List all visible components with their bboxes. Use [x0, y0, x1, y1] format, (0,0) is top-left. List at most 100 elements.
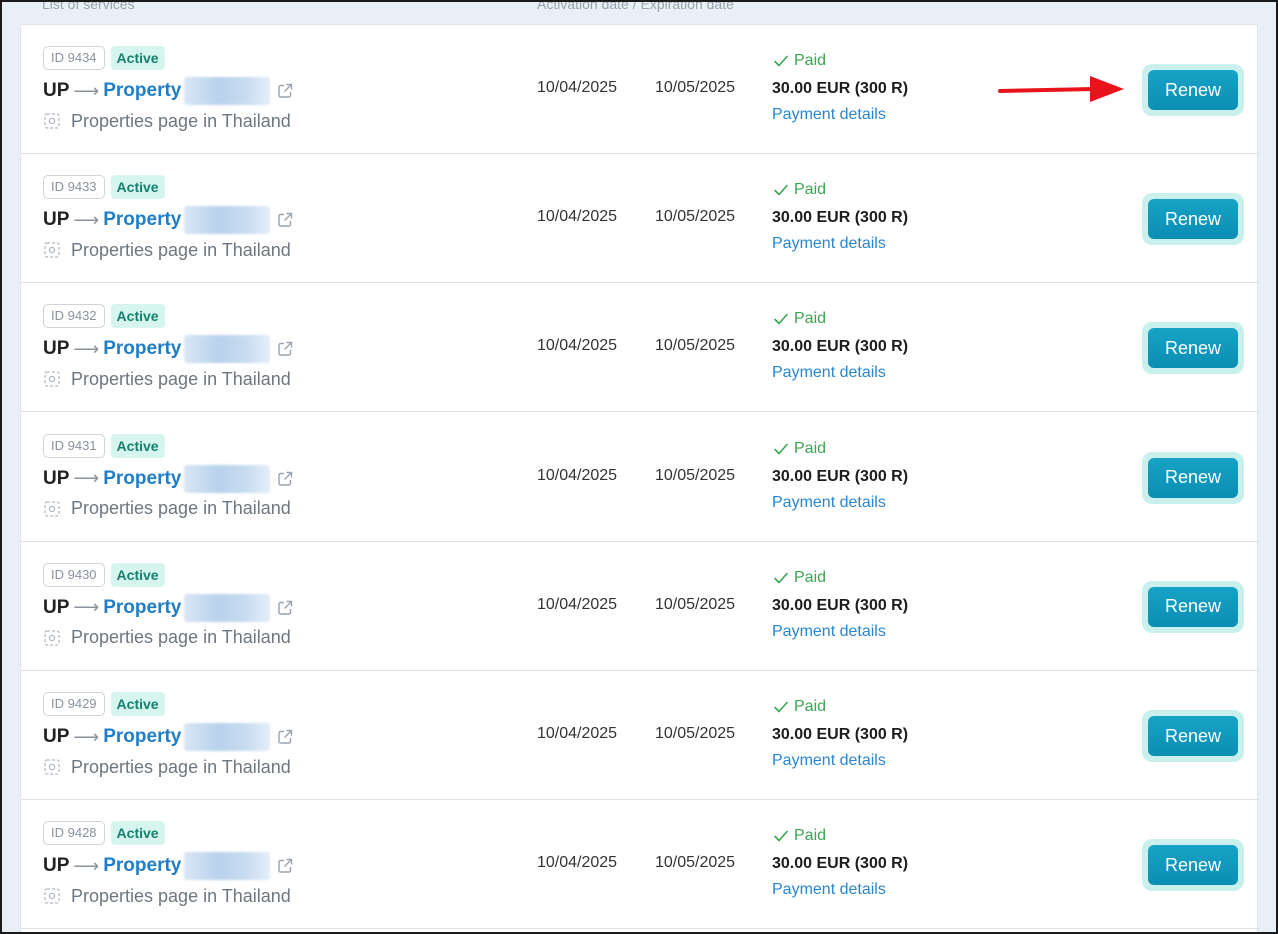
row-tags: ID 9430 Active — [43, 562, 165, 587]
property-link[interactable]: Property — [103, 338, 181, 360]
check-icon — [774, 443, 788, 454]
activation-date: 10/04/2025 — [537, 854, 618, 872]
row-tags: ID 9433 Active — [43, 175, 165, 200]
external-link-icon[interactable] — [276, 82, 294, 100]
redacted-property-name — [184, 335, 271, 364]
expiration-date: 10/05/2025 — [655, 79, 736, 96]
property-link[interactable]: Property — [103, 726, 181, 748]
expiration-date: 10/05/2025 — [655, 725, 736, 742]
expiration-date: 10/05/2025 — [655, 337, 736, 355]
renew-button[interactable]: Renew — [1148, 845, 1238, 886]
property-link[interactable]: Property — [103, 209, 181, 231]
service-subtitle: Properties page in Thailand — [43, 626, 291, 650]
activation-date: 10/04/2025 — [537, 595, 618, 613]
activation-date: 10/04/2025 — [537, 337, 618, 355]
status-badge: Active — [110, 304, 165, 329]
renew-button-focus-ring: Renew — [1142, 451, 1244, 504]
expiration-date: 10/05/2025 — [655, 466, 736, 484]
external-link-icon[interactable] — [276, 340, 294, 358]
service-title: UP ⟶ Property — [43, 206, 294, 235]
row-tags: ID 9431 Active — [43, 433, 165, 458]
payment-details-link[interactable]: Payment details — [772, 881, 886, 899]
expiration-date: 10/05/2025 — [655, 854, 736, 872]
payment-status: Paid — [773, 310, 826, 328]
payment-status-text: Paid — [794, 827, 827, 845]
service-title: UP ⟶ Property — [43, 593, 294, 622]
payment-status-text: Paid — [794, 52, 827, 69]
service-price: 30.00 EUR (300 R) — [772, 855, 909, 873]
check-icon — [774, 830, 788, 842]
redacted-property-name — [184, 852, 271, 881]
status-badge: Active — [110, 821, 165, 846]
external-link-icon[interactable] — [276, 857, 294, 875]
property-link[interactable]: Property — [103, 855, 181, 877]
page-location-icon — [44, 113, 60, 129]
renew-button[interactable]: Renew — [1148, 328, 1238, 369]
service-row: ID 9432 Active UP ⟶ Property Properties … — [21, 283, 1259, 413]
redacted-property-name — [184, 593, 271, 622]
service-subtitle-text: Properties page in Thailand — [71, 756, 291, 777]
renew-button-focus-ring: Renew — [1142, 193, 1244, 246]
activation-date: 10/04/2025 — [537, 725, 618, 742]
redacted-property-name — [184, 464, 271, 493]
service-subtitle: Properties page in Thailand — [43, 238, 291, 262]
row-tags: ID 9432 Active — [43, 304, 165, 329]
page-location-icon — [44, 371, 60, 388]
arrow-right-icon: ⟶ — [73, 209, 100, 230]
renew-button[interactable]: Renew — [1148, 716, 1238, 756]
renew-button[interactable]: Renew — [1148, 70, 1238, 110]
renew-button[interactable]: Renew — [1148, 457, 1238, 498]
service-row: ID 9433 Active UP ⟶ Property Properties … — [21, 154, 1259, 284]
property-link[interactable]: Property — [103, 597, 181, 619]
check-icon — [774, 55, 788, 67]
external-link-icon[interactable] — [276, 211, 294, 229]
redacted-property-name — [184, 77, 271, 105]
external-link-icon[interactable] — [276, 599, 294, 617]
payment-details-link[interactable]: Payment details — [772, 623, 886, 641]
service-id-badge: ID 9428 — [43, 821, 105, 846]
arrow-right-icon: ⟶ — [73, 855, 100, 876]
external-link-icon[interactable] — [276, 728, 294, 746]
payment-status: Paid — [773, 827, 826, 845]
check-icon — [774, 572, 788, 584]
external-link-icon[interactable] — [276, 470, 294, 488]
column-header-dates: Activation date / Expiration date — [537, 0, 734, 12]
service-subtitle: Properties page in Thailand — [43, 367, 291, 391]
service-subtitle-text: Properties page in Thailand — [71, 627, 291, 648]
payment-status: Paid — [773, 440, 826, 458]
screenshot-frame: List of services Activation date / Expir… — [0, 0, 1278, 934]
payment-status-text: Paid — [794, 439, 827, 457]
service-prefix: UP — [43, 596, 70, 618]
service-subtitle-text: Properties page in Thailand — [71, 110, 291, 131]
service-subtitle: Properties page in Thailand — [43, 755, 291, 779]
service-price: 30.00 EUR (300 R) — [772, 338, 909, 356]
property-link[interactable]: Property — [103, 468, 181, 490]
renew-button-focus-ring: Renew — [1142, 64, 1244, 116]
payment-details-link[interactable]: Payment details — [772, 494, 886, 512]
payment-details-link[interactable]: Payment details — [772, 106, 886, 124]
payment-details-link[interactable]: Payment details — [772, 364, 886, 382]
service-prefix: UP — [43, 209, 70, 231]
service-title: UP ⟶ Property — [43, 723, 294, 751]
expiration-date: 10/05/2025 — [655, 595, 736, 613]
service-row: ID 9429 Active UP ⟶ Property Properties … — [21, 671, 1259, 800]
property-link[interactable]: Property — [103, 80, 181, 102]
service-subtitle-text: Properties page in Thailand — [71, 368, 291, 389]
service-title: UP ⟶ Property — [43, 464, 294, 493]
column-header-services: List of services — [42, 0, 135, 12]
redacted-property-name — [184, 723, 271, 751]
renew-button[interactable]: Renew — [1148, 586, 1238, 627]
payment-details-link[interactable]: Payment details — [772, 752, 886, 770]
payment-status: Paid — [773, 181, 826, 199]
arrow-right-icon: ⟶ — [73, 80, 100, 101]
status-badge: Active — [110, 175, 165, 200]
service-price: 30.00 EUR (300 R) — [772, 467, 909, 485]
service-subtitle: Properties page in Thailand — [43, 884, 291, 908]
payment-details-link[interactable]: Payment details — [772, 235, 886, 253]
service-price: 30.00 EUR (300 R) — [772, 209, 909, 227]
service-title: UP ⟶ Property — [43, 77, 294, 105]
renew-button[interactable]: Renew — [1148, 199, 1238, 240]
arrow-right-icon: ⟶ — [73, 597, 100, 618]
activation-date: 10/04/2025 — [537, 466, 618, 484]
check-icon — [774, 314, 788, 325]
